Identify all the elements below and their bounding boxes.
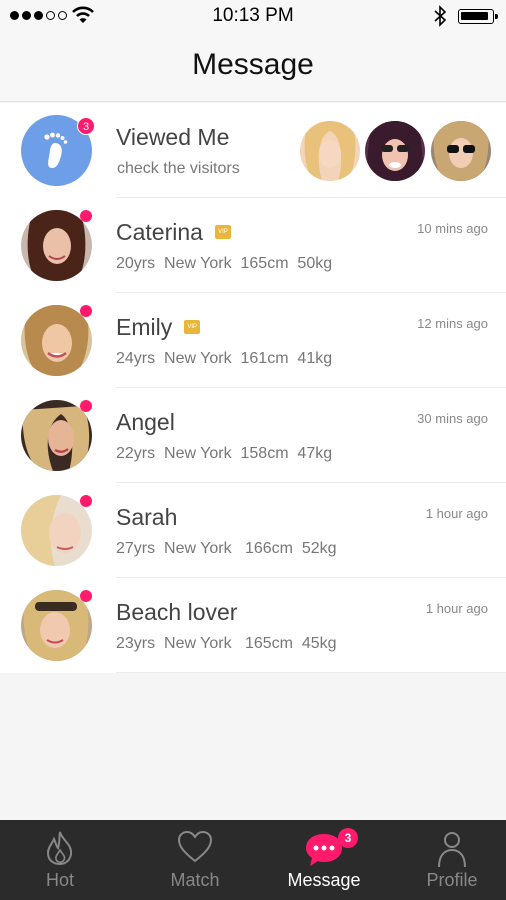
viewed-me-title: Viewed Me [116, 124, 230, 150]
battery-icon [458, 9, 498, 24]
message-list: 3 Viewed Me check the visitors Caterina V… [0, 103, 506, 673]
contact-details: 22yrs New York 158cm 47kg [116, 445, 333, 462]
message-time: 1 hour ago [425, 601, 488, 616]
visitor-avatar[interactable] [431, 121, 491, 181]
tab-hot[interactable]: Hot [0, 820, 120, 900]
contact-name: Angel [116, 409, 175, 435]
vip-badge: VIP [184, 319, 201, 334]
online-indicator [80, 400, 92, 412]
online-indicator [80, 590, 92, 602]
contact-name: Caterina VIP [116, 219, 231, 246]
contact-details: 24yrs New York 161cm 41kg [116, 350, 333, 367]
message-time: 12 mins ago [417, 316, 488, 331]
heart-icon [177, 830, 213, 863]
tab-profile[interactable]: Profile [392, 820, 506, 900]
viewed-me-subtitle: check the visitors [117, 160, 240, 177]
tab-match[interactable]: Match [135, 820, 255, 900]
tab-message[interactable]: 3 Message [264, 820, 384, 900]
contact-name: Beach lover [116, 599, 238, 625]
message-row[interactable]: Angel 22yrs New York 158cm 47kg 30 mins … [0, 388, 506, 483]
tab-bar: Hot Match 3 Message Profile [0, 820, 506, 900]
message-row[interactable]: Caterina VIP 20yrs New York 165cm 50kg 10… [0, 198, 506, 293]
contact-name: Emily VIP [116, 314, 201, 341]
contact-details: 20yrs New York 165cm 50kg [116, 255, 333, 272]
message-row[interactable]: Sarah 27yrs New York 166cm 52kg 1 hour a… [0, 483, 506, 578]
page-title: Message [192, 48, 314, 81]
contact-name: Sarah [116, 504, 178, 530]
online-indicator [80, 210, 92, 222]
online-indicator [80, 305, 92, 317]
tab-label: Message [287, 870, 361, 890]
bluetooth-icon [434, 5, 447, 27]
tab-badge: 3 [338, 828, 358, 848]
viewed-me-row[interactable]: 3 Viewed Me check the visitors [0, 103, 506, 198]
contact-details: 27yrs New York 166cm 52kg [116, 540, 337, 557]
message-time: 30 mins ago [417, 411, 488, 426]
status-time: 10:13 PM [212, 5, 294, 26]
person-icon [438, 832, 466, 868]
vip-badge: VIP [214, 224, 231, 239]
tab-label: Match [170, 870, 220, 890]
status-bar: 10:13 PM [0, 0, 506, 32]
online-indicator [80, 495, 92, 507]
contact-details: 23yrs New York 165cm 45kg [116, 635, 337, 652]
header: Message [0, 32, 506, 102]
visitor-avatar[interactable] [300, 121, 360, 181]
tab-label: Hot [45, 870, 74, 890]
message-time: 10 mins ago [417, 221, 488, 236]
message-time: 1 hour ago [425, 506, 488, 521]
viewed-me-count-badge: 3 [77, 117, 95, 135]
message-row[interactable]: Beach lover 23yrs New York 165cm 45kg 1 … [0, 578, 506, 673]
message-row[interactable]: Emily VIP 24yrs New York 161cm 41kg 12 mi… [0, 293, 506, 388]
visitor-avatar[interactable] [365, 121, 425, 181]
tab-label: Profile [426, 870, 478, 890]
flame-icon [46, 831, 73, 866]
